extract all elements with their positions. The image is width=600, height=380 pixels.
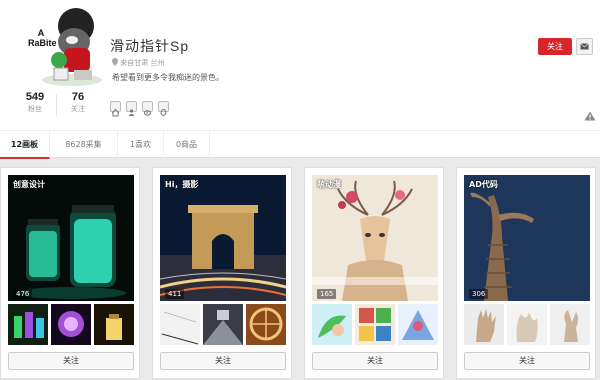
tree-hands-image: [464, 175, 590, 301]
board-follow-button[interactable]: 关注: [312, 352, 438, 370]
glowing-jars-image: [8, 175, 134, 301]
board-count: 165: [317, 289, 337, 299]
thumbnail[interactable]: [160, 304, 200, 345]
message-button[interactable]: [576, 38, 593, 55]
profile-tabs: 12画板 8628采集 1喜欢 0商品: [0, 130, 600, 159]
arc-de-triomphe-image: [160, 175, 286, 301]
profile-card: A RaBite 549 粉丝 76 关注 滑动指针Sp 来自甘肃 兰州 希望看…: [0, 0, 600, 159]
thumbnail[interactable]: [464, 304, 504, 345]
stat-following[interactable]: 76 关注: [57, 90, 99, 114]
board-title: Hi，摄影: [165, 180, 199, 189]
board-thumbnails: [312, 304, 438, 345]
stat-value: 76: [71, 91, 85, 103]
location: 来自甘肃 兰州: [112, 58, 164, 68]
avatar[interactable]: A RaBite: [24, 4, 106, 86]
thumbnail[interactable]: [550, 304, 590, 345]
thumbnail[interactable]: [94, 304, 134, 345]
board-thumbnails: [160, 304, 286, 345]
qq-icon[interactable]: [158, 101, 169, 116]
house-icon[interactable]: [110, 101, 121, 117]
stat-value: 549: [25, 91, 45, 103]
mail-icon: [580, 43, 589, 50]
tab-boards[interactable]: 12画板: [0, 131, 50, 159]
thumbnail[interactable]: [312, 304, 352, 345]
thumbnail[interactable]: [8, 304, 48, 345]
thumbnail[interactable]: [507, 304, 547, 345]
board-title: 创意设计: [13, 180, 45, 189]
stat-label: 关注: [71, 105, 85, 113]
board-cover[interactable]: AD代码 306: [464, 175, 590, 301]
location-text: 来自甘肃 兰州: [120, 59, 165, 67]
tab-likes[interactable]: 1喜欢: [118, 131, 164, 159]
tab-pins[interactable]: 8628采集: [50, 131, 118, 159]
stat-label: 粉丝: [28, 105, 42, 113]
board-cover[interactable]: 萌动漫 165: [312, 175, 438, 301]
board-thumbnails: [464, 304, 590, 345]
thumbnail[interactable]: [203, 304, 243, 345]
board-cover[interactable]: 创意设计 476: [8, 175, 134, 301]
board-card: AD代码 306 关注: [456, 167, 596, 379]
board-card: 萌动漫 165 关注: [304, 167, 444, 379]
board-follow-button[interactable]: 关注: [160, 352, 286, 370]
avatar-text: A RaBite: [28, 28, 57, 48]
thumbnail[interactable]: [246, 304, 286, 345]
report-icon[interactable]: [584, 106, 596, 121]
weibo-icon[interactable]: [142, 101, 153, 116]
stat-followers[interactable]: 549 粉丝: [14, 90, 56, 114]
board-follow-button[interactable]: 关注: [8, 352, 134, 370]
thumbnail[interactable]: [398, 304, 438, 345]
deer-illustration-image: [312, 175, 438, 301]
follow-button[interactable]: 关注: [538, 38, 572, 55]
board-count: 306: [469, 289, 489, 299]
stats: 549 粉丝 76 关注: [14, 90, 98, 118]
tab-products[interactable]: 0商品: [164, 131, 210, 159]
board-follow-button[interactable]: 关注: [464, 352, 590, 370]
board-title: AD代码: [469, 180, 498, 189]
thumbnail[interactable]: [51, 304, 91, 345]
board-title: 萌动漫: [317, 180, 341, 189]
thumbnail[interactable]: [355, 304, 395, 345]
board-count: 411: [165, 289, 185, 299]
board-thumbnails: [8, 304, 134, 345]
board-cover[interactable]: Hi，摄影 411: [160, 175, 286, 301]
board-card: Hi，摄影 411 关注: [152, 167, 292, 379]
board-count: 476: [13, 289, 33, 299]
board-card: 创意设计 476 关注: [0, 167, 140, 379]
people-icon[interactable]: [126, 101, 137, 116]
bio: 希望看到更多令我痴迷的景色。: [112, 73, 224, 82]
location-pin-icon: [112, 58, 118, 66]
username: 滑动指针Sp: [110, 38, 190, 54]
